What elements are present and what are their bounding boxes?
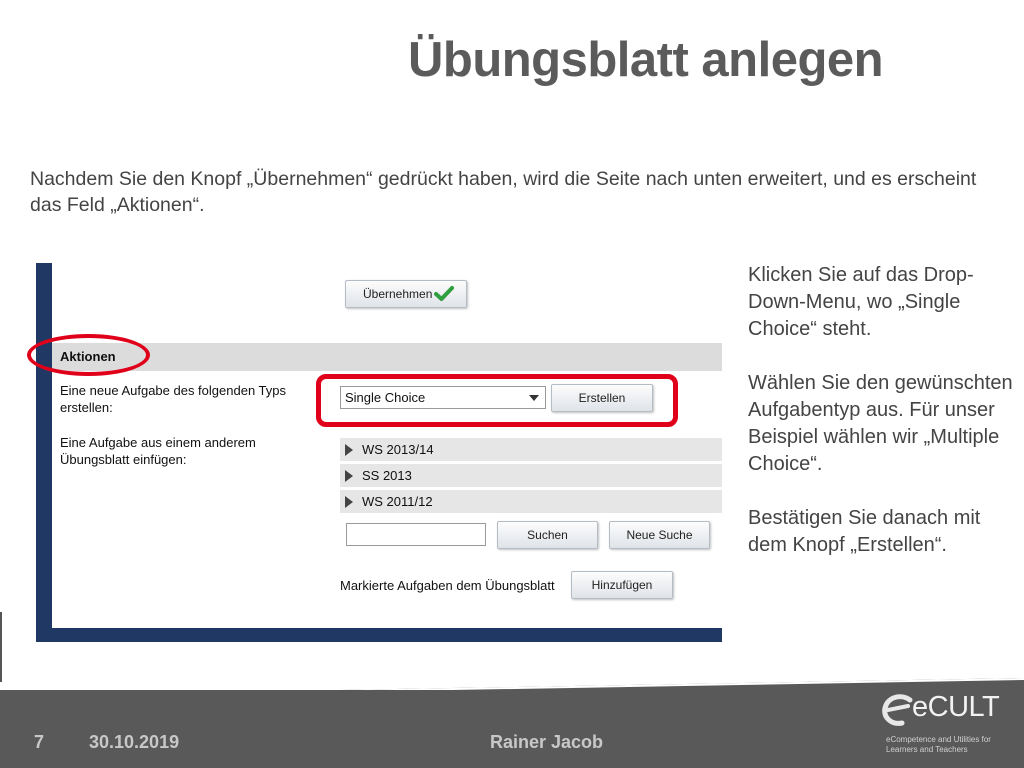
expand-triangle-icon (345, 444, 353, 456)
suchen-button[interactable]: Suchen (497, 521, 598, 549)
ecult-logo-icon (882, 694, 913, 726)
aktionen-section-header: Aktionen (52, 343, 722, 371)
page-number: 7 (34, 732, 45, 752)
slide-title: Übungsblatt anlegen (408, 33, 884, 87)
hinzufuegen-button[interactable]: Hinzufügen (571, 571, 673, 599)
mark-tasks-label: Markierte Aufgaben dem Übungsblatt (340, 578, 555, 593)
semester-label: WS 2011/12 (362, 494, 433, 509)
neue-suche-button[interactable]: Neue Suche (609, 521, 710, 549)
footer-author: Rainer Jacob (490, 732, 604, 752)
annotation-ring-aktionen (27, 334, 150, 376)
semester-row[interactable]: SS 2013 (340, 464, 722, 488)
semester-row[interactable]: WS 2013/14 (340, 438, 722, 462)
intro-text: Nachdem Sie den Knopf „Übernehmen“ gedrü… (30, 168, 977, 216)
instruction-paragraph: Bestätigen Sie danach mit dem Knopf „Ers… (748, 507, 981, 556)
expand-triangle-icon (345, 470, 353, 482)
logo-wordmark: eCULT (912, 691, 1000, 723)
check-icon (434, 286, 454, 301)
search-input[interactable] (346, 523, 486, 546)
expand-triangle-icon (345, 496, 353, 508)
instruction-paragraph: Klicken Sie auf das Drop-Down-Menu, wo „… (748, 264, 974, 340)
import-task-label: Eine Aufgabe aus einem anderem Übungsbla… (60, 435, 256, 467)
uebernehmen-label: Übernehmen (363, 287, 433, 301)
left-edge-mark (0, 612, 2, 682)
semester-row[interactable]: WS 2011/12 (340, 490, 722, 514)
footer-bar (0, 690, 1024, 768)
semester-label: WS 2013/14 (362, 442, 434, 457)
instruction-paragraph: Wählen Sie den gewünschten Aufgabentyp a… (748, 372, 1013, 475)
semester-label: SS 2013 (362, 468, 412, 483)
annotation-box-task-type (316, 374, 678, 427)
logo-tagline: eCompetence and Utilities for Learners a… (886, 735, 991, 754)
embedded-screenshot: Übernehmen Aktionen Eine neue Aufgabe de… (36, 263, 722, 642)
footer-date: 30.10.2019 (89, 732, 180, 752)
new-task-label: Eine neue Aufgabe des folgenden Typs ers… (60, 383, 287, 415)
screenshot-panel: Übernehmen Aktionen Eine neue Aufgabe de… (52, 263, 722, 628)
uebernehmen-button[interactable]: Übernehmen (345, 280, 467, 308)
side-instructions: Klicken Sie auf das Drop-Down-Menu, wo „… (748, 262, 1018, 559)
